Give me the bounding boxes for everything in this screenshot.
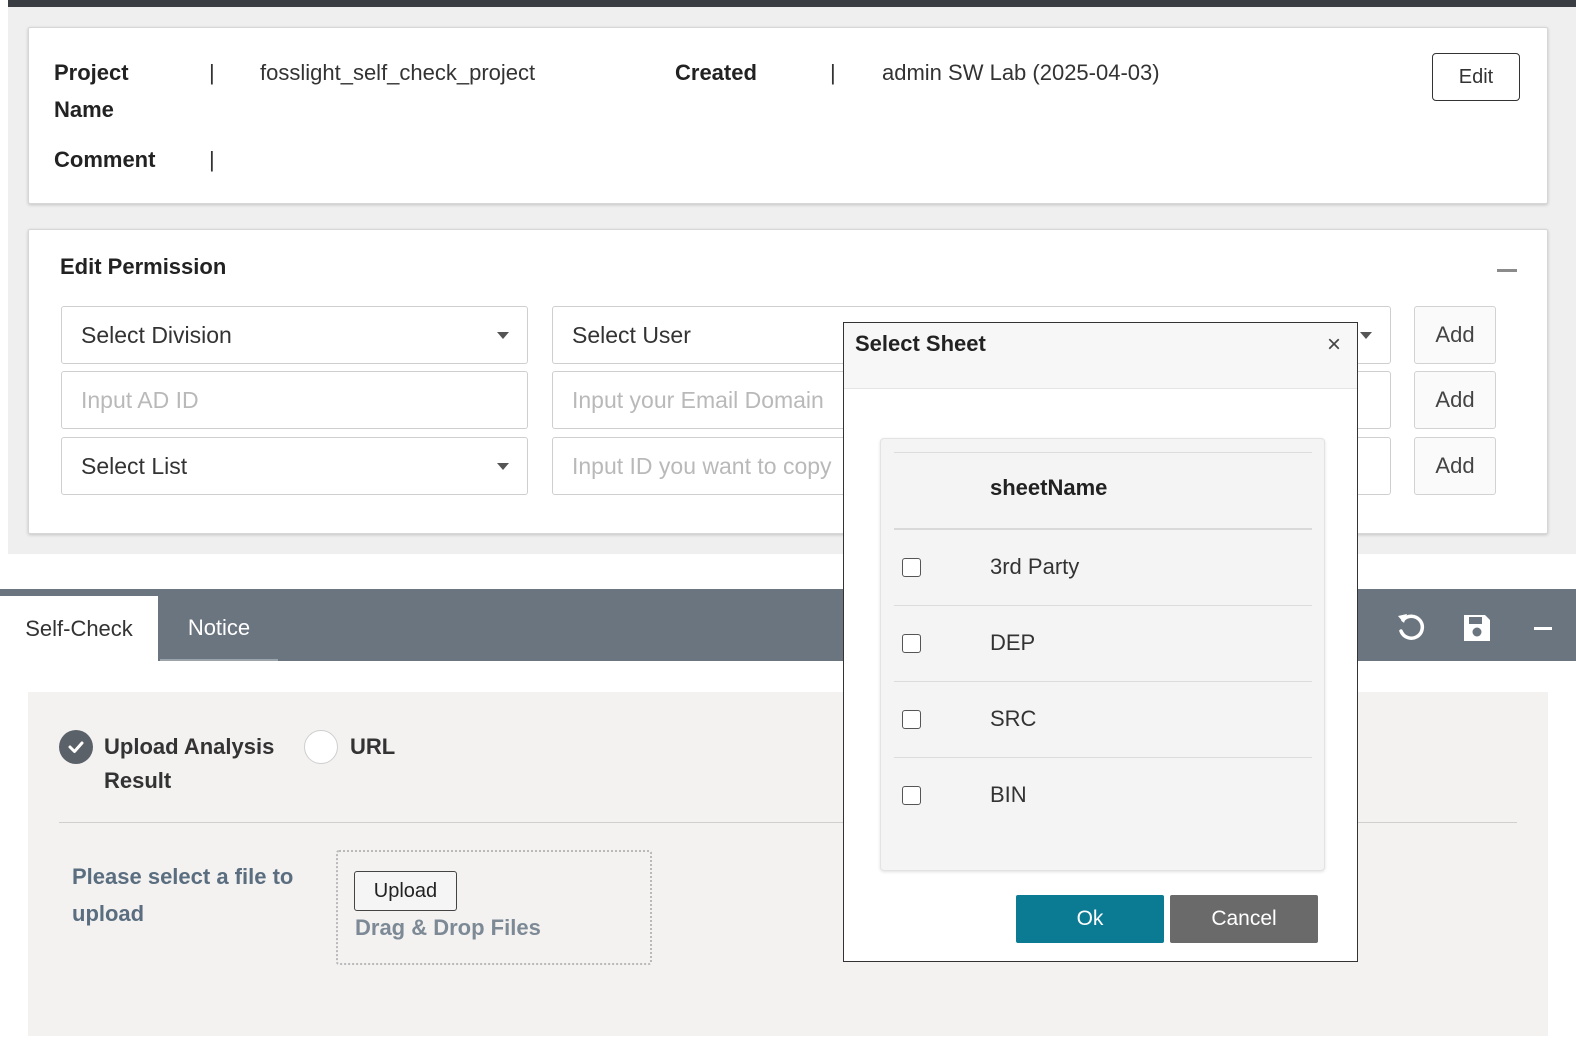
- ad-id-input[interactable]: Input AD ID: [61, 371, 528, 429]
- chevron-down-icon: [497, 332, 509, 339]
- sheet-name-cell: BIN: [990, 782, 1027, 807]
- chevron-down-icon: [1360, 332, 1372, 339]
- project-name-label: Project Name: [54, 60, 129, 122]
- comment-label: Comment: [54, 147, 156, 172]
- sheet-checkbox[interactable]: [902, 786, 921, 805]
- table-row: BIN: [894, 758, 1312, 834]
- add-user-button[interactable]: Add: [1414, 306, 1496, 364]
- minimize-icon[interactable]: [1521, 606, 1565, 650]
- sheet-checkbox[interactable]: [902, 710, 921, 729]
- sheet-name-cell: 3rd Party: [990, 554, 1080, 579]
- modal-header: Select Sheet ×: [844, 323, 1357, 389]
- modal-title: Select Sheet: [855, 331, 986, 356]
- select-division-label: Select Division: [81, 321, 232, 348]
- separator: |: [209, 60, 215, 85]
- tab-self-check[interactable]: Self-Check: [0, 596, 158, 661]
- select-list-label: Select List: [81, 452, 188, 479]
- separator: |: [209, 147, 215, 172]
- sheet-checkbox[interactable]: [902, 634, 921, 653]
- edit-permission-title: Edit Permission: [60, 254, 227, 279]
- save-icon[interactable]: [1455, 606, 1499, 650]
- copy-id-placeholder: Input ID you want to copy: [572, 452, 832, 479]
- created-value: admin SW Lab (2025-04-03): [882, 60, 1160, 85]
- tab-notice[interactable]: Notice: [160, 596, 278, 661]
- add-copy-button[interactable]: Add: [1414, 437, 1496, 495]
- upload-analysis-label[interactable]: Upload Analysis Result: [104, 730, 294, 798]
- created-label: Created: [675, 60, 757, 85]
- sheet-table: sheetName 3rd Party DEP SRC BIN: [880, 438, 1325, 871]
- select-sheet-modal: Select Sheet × sheetName 3rd Party DEP S…: [843, 322, 1358, 962]
- email-domain-placeholder: Input your Email Domain: [572, 386, 824, 413]
- separator: |: [830, 60, 836, 85]
- upload-button[interactable]: Upload: [354, 871, 457, 911]
- sheet-name-cell: DEP: [990, 630, 1036, 655]
- drag-drop-text: Drag & Drop Files: [355, 915, 541, 940]
- sheet-name-header: sheetName: [990, 475, 1108, 500]
- select-division-dropdown[interactable]: Select Division: [61, 306, 528, 364]
- cancel-button[interactable]: Cancel: [1170, 895, 1318, 943]
- check-icon: [68, 741, 84, 753]
- add-ad-id-button[interactable]: Add: [1414, 371, 1496, 429]
- sheet-checkbox[interactable]: [902, 558, 921, 577]
- select-file-text: Please select a file to upload: [72, 864, 294, 926]
- project-name-value: fosslight_self_check_project: [260, 60, 536, 85]
- close-icon[interactable]: ×: [1327, 331, 1341, 359]
- table-row: 3rd Party: [894, 530, 1312, 606]
- ad-id-placeholder: Input AD ID: [81, 386, 199, 413]
- url-radio[interactable]: [304, 730, 338, 764]
- project-info-card: Project Name | fosslight_self_check_proj…: [28, 27, 1548, 204]
- sheet-name-cell: SRC: [990, 706, 1037, 731]
- collapse-icon[interactable]: [1497, 269, 1517, 272]
- ok-button[interactable]: Ok: [1016, 895, 1164, 943]
- url-label[interactable]: URL: [350, 730, 395, 764]
- table-row: DEP: [894, 606, 1312, 682]
- reset-icon[interactable]: [1389, 606, 1433, 650]
- chevron-down-icon: [497, 463, 509, 470]
- select-list-dropdown[interactable]: Select List: [61, 437, 528, 495]
- edit-button[interactable]: Edit: [1432, 53, 1520, 101]
- upload-analysis-radio[interactable]: [59, 730, 93, 764]
- table-row: SRC: [894, 682, 1312, 758]
- top-accent-bar: [8, 0, 1576, 7]
- table-top-border: [894, 452, 1312, 453]
- select-user-label: Select User: [572, 321, 691, 348]
